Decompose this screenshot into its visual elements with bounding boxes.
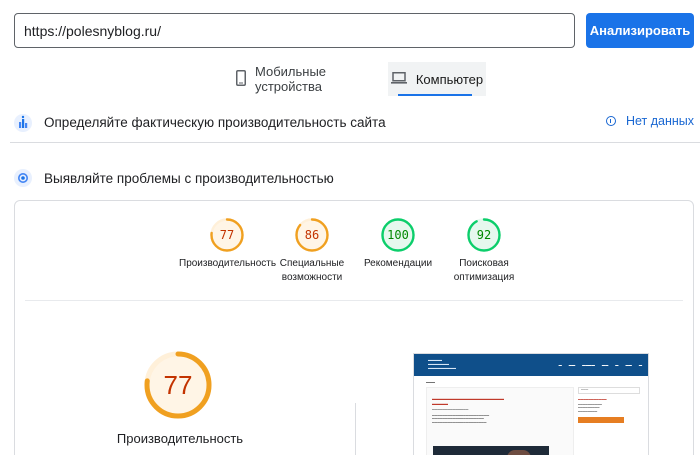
info-icon bbox=[605, 116, 616, 126]
no-data-link[interactable]: Нет данных bbox=[605, 114, 694, 128]
gauge-label: Производительность bbox=[179, 258, 277, 269]
tab-desktop-label: Компьютер bbox=[415, 71, 484, 87]
score-ring: 77 bbox=[210, 218, 244, 252]
tab-mobile[interactable]: Мобильные устройства bbox=[230, 62, 378, 96]
category-gauges: 77 Производительность 86 Специальные воз… bbox=[15, 217, 693, 297]
no-data-label: Нет данных bbox=[625, 114, 694, 128]
field-data-title: Определяйте фактическую производительнос… bbox=[44, 115, 386, 130]
thumbnail-sidebar: ▬▬▬ ▬▬▬▬▬▬▬▬▬▬▬ ▬▬▬▬▬▬▬▬▬▬ ▬▬▬▬▬▬▬▬▬ ▬▬▬▬▬… bbox=[578, 387, 640, 455]
svg-text:77: 77 bbox=[220, 228, 234, 242]
lab-data-icon bbox=[12, 167, 34, 189]
performance-score: 77 bbox=[164, 370, 193, 400]
device-tabs: Мобильные устройства Компьютер bbox=[0, 62, 700, 96]
thumbnail-header: ▬▬▬▬ ▬▬▬▬▬▬ ▬▬▬▬▬▬▬▬ ▬ ▬▬ ▬▬▬▬ ▬▬ ▬ ▬▬ ▬ bbox=[414, 354, 648, 376]
thumbnail-article-image bbox=[433, 446, 549, 455]
url-input[interactable] bbox=[14, 13, 575, 48]
diagnose-title: Выявляйте проблемы с производительностью bbox=[44, 170, 334, 186]
laptop-icon bbox=[390, 71, 407, 87]
diagnose-section: Выявляйте проблемы с производительностью bbox=[10, 158, 700, 198]
gauge-seo[interactable]: 92 Поисковая оптимизация bbox=[436, 217, 532, 285]
thumbnail-breadcrumb: ▬▬▬ bbox=[426, 380, 435, 384]
field-data-icon bbox=[12, 112, 34, 134]
svg-text:92: 92 bbox=[477, 228, 491, 242]
thumbnail-menu: ▬ ▬▬ ▬▬▬▬ ▬▬ ▬ ▬▬ ▬ bbox=[558, 363, 642, 367]
performance-score-ring: 77 bbox=[144, 351, 212, 419]
report-card: 77 Производительность 86 Специальные воз… bbox=[14, 200, 694, 455]
page-screenshot-thumbnail: ▬▬▬▬ ▬▬▬▬▬▬ ▬▬▬▬▬▬▬▬ ▬ ▬▬ ▬▬▬▬ ▬▬ ▬ ▬▬ ▬ ▬▬▬ ▬▬▬… bbox=[413, 353, 649, 455]
gauge-label: Поисковая оптимизация bbox=[453, 258, 515, 283]
divider bbox=[25, 300, 683, 301]
smartphone-icon bbox=[236, 69, 246, 89]
score-ring: 100 bbox=[381, 218, 415, 252]
vertical-divider bbox=[355, 403, 356, 455]
gauge-best-practices[interactable]: 100 Рекомендации bbox=[350, 217, 446, 271]
gauge-label: Специальные возможности bbox=[279, 258, 345, 283]
thumbnail-article: ▬▬▬▬▬▬▬▬▬▬▬▬▬▬▬▬▬▬ ▬▬▬▬ ▬▬▬▬▬▬▬▬▬▬▬▬▬▬ ▬▬… bbox=[426, 387, 574, 455]
score-ring: 86 bbox=[295, 218, 329, 252]
thumbnail-logo: ▬▬▬▬ ▬▬▬▬▬▬ ▬▬▬▬▬▬▬▬ bbox=[428, 358, 456, 370]
gauge-performance[interactable]: 77 Производительность bbox=[179, 217, 277, 271]
svg-text:100: 100 bbox=[387, 228, 409, 242]
score-ring: 92 bbox=[467, 218, 501, 252]
tab-desktop[interactable]: Компьютер bbox=[388, 62, 486, 96]
gauge-label: Рекомендации bbox=[363, 258, 433, 269]
tab-mobile-label: Мобильные устройства bbox=[255, 64, 327, 94]
performance-gauge: 77 bbox=[142, 349, 214, 426]
performance-label: Производительность bbox=[116, 431, 244, 446]
gauge-accessibility[interactable]: 86 Специальные возможности bbox=[264, 217, 360, 285]
svg-text:86: 86 bbox=[305, 228, 319, 242]
field-data-section: Определяйте фактическую производительнос… bbox=[10, 103, 700, 143]
analyze-button[interactable]: Анализировать bbox=[586, 13, 694, 48]
